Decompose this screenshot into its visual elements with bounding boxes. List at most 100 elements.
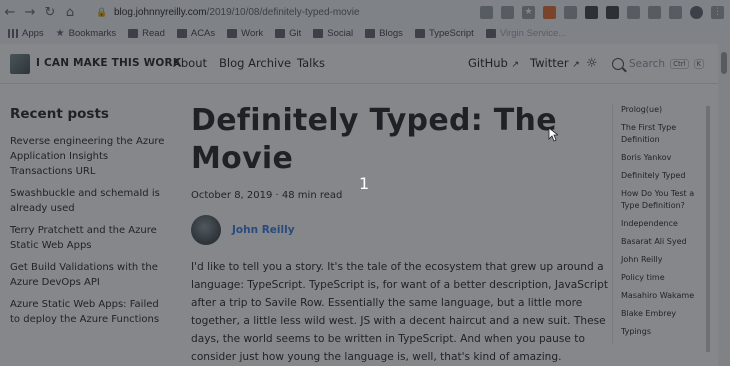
extension-icons: ★ ⋮ [480,3,724,21]
shortcut-key: Ctrl [670,59,689,69]
url-path: /2019/10/08/definitely-typed-movie [206,6,360,18]
toc-item[interactable]: The First Type Definition [621,122,706,146]
forward-icon[interactable]: → [20,2,40,22]
nav-github[interactable]: GitHub ↗ [468,56,519,70]
folder-icon [227,28,238,38]
lock-icon: 🔒 [96,6,108,17]
url-host: blog.johnnyreilly.com [114,6,207,18]
toc-item[interactable]: Policy time [621,272,706,284]
folder-icon [128,28,139,38]
menu-icon[interactable]: ⋮ [711,5,724,19]
bookmark-label: Blogs [379,27,403,39]
bookmark-label: Bookmarks [68,27,117,39]
page-content: I CAN MAKE THIS WORK About Blog Archive … [0,44,730,366]
toc-item[interactable]: John Reilly [621,254,706,266]
bookmark-typescript[interactable]: TypeScript [414,27,474,39]
bookmark-virgin[interactable]: Virgin Service... [485,28,566,39]
folder-icon [275,28,286,38]
step-marker: 1 [359,174,370,193]
github-label: GitHub [468,56,508,70]
puzzle-icon[interactable] [648,5,661,19]
sun-icon[interactable]: ☼ [586,56,598,71]
apps-icon [8,28,18,38]
search-button[interactable]: Search Ctrl K [612,53,712,75]
bookmark-work[interactable]: Work [227,28,263,39]
toc-scrollbar[interactable] [706,106,710,352]
extension-icon[interactable] [585,5,598,19]
folder-icon [414,28,425,38]
site-logo[interactable] [10,54,30,74]
author-avatar[interactable] [191,215,221,245]
bookmark-label: Social [327,27,354,39]
article-body: I'd like to tell you a story. It's the t… [191,261,608,363]
folder-icon [365,28,376,38]
toc-item[interactable]: Independence [621,218,706,230]
browser-chrome: ← → ↻ ⌂ 🔒 blog.johnnyreilly.com /2019/10… [0,0,730,44]
bookmark-acas[interactable]: ACAs [176,27,216,39]
toc-item[interactable]: Prolog(ue) [621,104,706,116]
recent-posts-title: Recent posts [10,106,109,122]
browser-toolbar: ← → ↻ ⌂ 🔒 blog.johnnyreilly.com /2019/10… [0,0,730,24]
recent-posts-list: Reverse engineering the Azure Applicatio… [10,134,170,334]
nav-about[interactable]: About [173,56,207,70]
back-icon[interactable]: ← [0,2,20,22]
toc-item[interactable]: Basarat Ali Syed [621,236,706,248]
bookmark-label: ACAs [190,27,216,39]
star-icon: ★ [55,27,65,39]
bookmark-blogs[interactable]: Blogs [365,28,403,39]
recent-post-link[interactable]: Terry Pratchett and the Azure Static Web… [10,223,170,253]
bookmark-read[interactable]: Read [128,28,165,39]
toc-item[interactable]: Masahiro Wakame [621,290,706,302]
site-icon [485,28,496,38]
article-title: Definitely Typed: The Movie [191,103,557,176]
mouse-cursor-icon [548,127,558,142]
scrollbar-thumb[interactable] [721,52,727,74]
recent-post-link[interactable]: Swashbuckle and schemaId is already used [10,186,170,216]
nav-talks[interactable]: Talks [297,56,325,70]
bookmark-git[interactable]: Git [275,28,301,39]
nav-blog-archive[interactable]: Blog Archive [219,56,291,70]
shortcut-key: K [693,59,705,69]
extension-icon[interactable] [627,5,640,19]
folder-icon [176,28,187,38]
recent-post-link[interactable]: Get Build Validations with the Azure Dev… [10,260,170,290]
bookmark-star-icon[interactable]: ★ [522,5,535,19]
bookmark-label: Read [142,27,165,39]
nav-twitter[interactable]: Twitter ↗ [530,56,580,70]
profile-avatar[interactable] [690,5,703,19]
toc-item[interactable]: Blake Embrey [621,308,706,320]
bookmark-apps[interactable]: Apps [8,28,44,39]
sidepanel-icon[interactable] [669,5,682,19]
extension-icon[interactable] [564,5,577,19]
recent-post-link[interactable]: Azure Static Web Apps: Failed to deploy … [10,297,170,327]
table-of-contents: Prolog(ue) The First Type Definition Bor… [612,104,706,344]
install-icon[interactable] [480,5,493,19]
extension-icon[interactable] [606,5,619,19]
reload-icon[interactable]: ↻ [40,2,60,22]
bookmark-label: Work [241,27,264,39]
toc-item[interactable]: Typings [621,326,706,338]
address-bar[interactable]: 🔒 blog.johnnyreilly.com /2019/10/08/defi… [96,2,478,22]
bookmark-social[interactable]: Social [313,28,353,39]
bookmark-bookmarks[interactable]: ★ Bookmarks [56,28,116,39]
article-meta: October 8, 2019 · 48 min read [191,190,343,201]
search-icon [612,58,624,70]
share-icon[interactable] [501,5,514,19]
toc-item[interactable]: How Do You Test a Type Definition? [621,188,706,212]
author-name[interactable]: John Reilly [232,224,295,236]
page-scrollbar[interactable] [718,44,730,366]
toc-item[interactable]: Definitely Typed [621,170,706,182]
twitter-label: Twitter [530,56,569,70]
bookmark-label: Apps [22,27,44,39]
bookmarks-bar: Apps ★ Bookmarks Read ACAs Work Git Socia… [0,24,730,42]
bookmark-label: Git [289,27,302,39]
site-navbar: I CAN MAKE THIS WORK About Blog Archive … [0,44,718,84]
external-link-icon: ↗ [511,60,520,70]
toc-item[interactable]: Boris Yankov [621,152,706,164]
home-icon[interactable]: ⌂ [60,2,80,22]
external-link-icon: ↗ [572,60,580,70]
extension-icon[interactable] [543,5,556,19]
site-brand[interactable]: I CAN MAKE THIS WORK [36,57,181,69]
recent-post-link[interactable]: Reverse engineering the Azure Applicatio… [10,134,170,179]
bookmark-label: TypeScript [428,27,474,39]
